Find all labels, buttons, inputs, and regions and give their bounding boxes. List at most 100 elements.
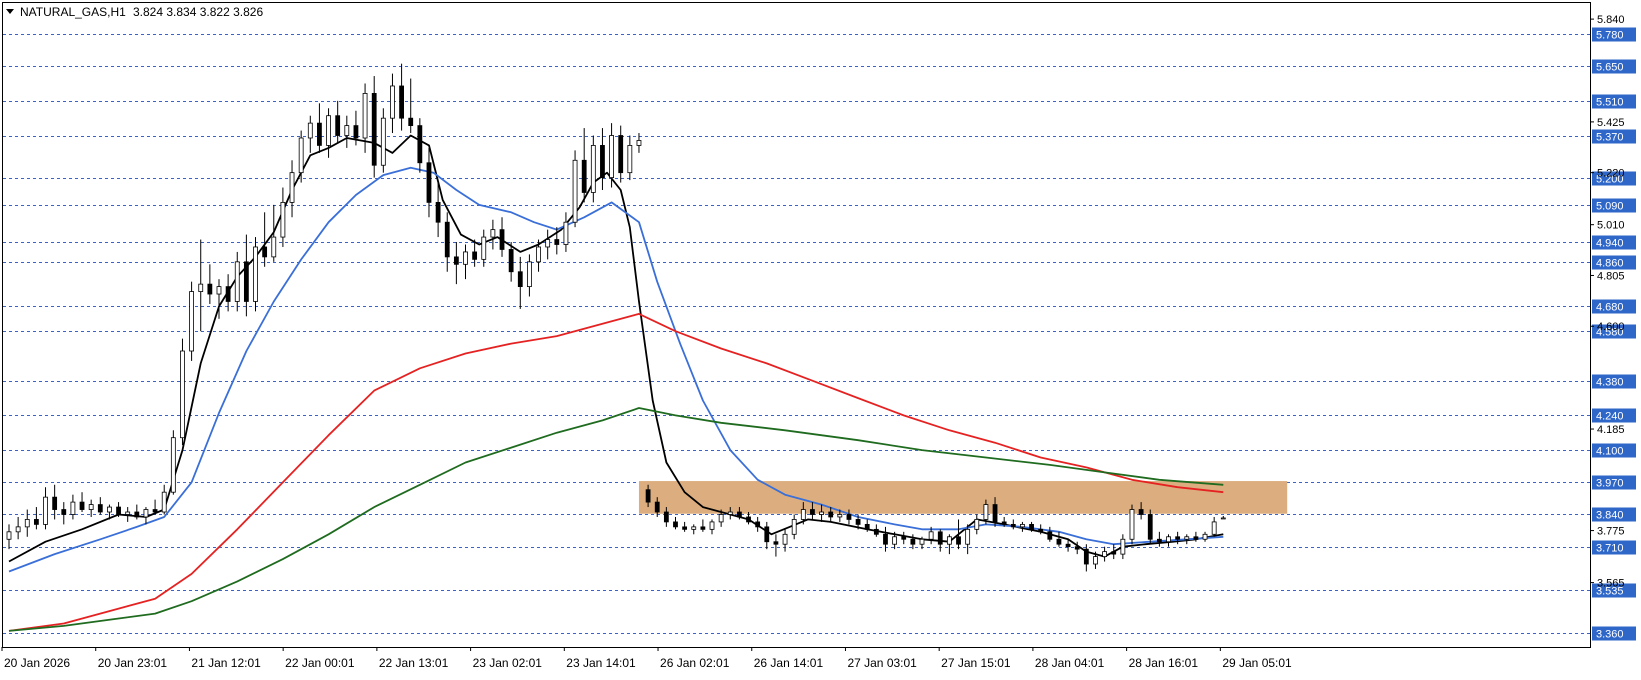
price-scale-label: 4.805: [1597, 270, 1625, 282]
candle-body: [499, 229, 505, 250]
candle-body: [1074, 546, 1080, 550]
candle-body: [1211, 521, 1217, 535]
candle-body: [618, 135, 624, 174]
candle-body: [15, 526, 21, 533]
candle-body: [317, 122, 322, 146]
price-scale-label: 3.775: [1597, 526, 1625, 538]
candle-body: [937, 531, 943, 545]
level-price-label: 3.840: [1596, 510, 1624, 522]
candle-body: [417, 125, 423, 164]
candle-body: [24, 519, 30, 528]
candle-body: [1010, 523, 1016, 528]
candle-body: [1220, 517, 1226, 520]
symbol-header: NATURAL_GAS,H1 3.824 3.834 3.822 3.826: [6, 5, 263, 19]
candle-body: [627, 145, 633, 174]
candle-body: [107, 506, 112, 513]
candle-body: [837, 514, 843, 518]
level-price-label: 5.650: [1596, 62, 1624, 74]
time-scale-label: 26 Jan 14:01: [754, 656, 824, 670]
candle-body: [61, 509, 67, 515]
time-scale-label: 27 Jan 03:01: [847, 656, 917, 670]
candle-body: [371, 93, 377, 166]
candle-body: [335, 115, 341, 136]
candle-body: [344, 125, 350, 136]
candle-body: [380, 117, 386, 166]
price-scale-label: 5.425: [1597, 117, 1625, 129]
candle-body: [490, 229, 496, 238]
candle-body: [1056, 538, 1062, 545]
candle-body: [956, 536, 961, 545]
candle-body: [216, 286, 222, 295]
candle-body: [873, 528, 879, 535]
candle-body: [88, 504, 94, 510]
candle-body: [682, 526, 688, 530]
candle-body: [992, 504, 998, 523]
candle-body: [663, 511, 669, 523]
candle-body: [965, 528, 971, 545]
ohlc-label: 3.824 3.834 3.822 3.826: [133, 5, 263, 19]
candle-body: [298, 137, 304, 174]
candle-body: [1202, 533, 1208, 540]
candle-body: [910, 538, 916, 545]
candle-body: [289, 172, 295, 203]
candle-body: [1093, 556, 1098, 565]
candle-body: [435, 201, 441, 223]
candle-body: [974, 519, 980, 530]
candle-body: [408, 117, 414, 127]
candle-body: [810, 509, 815, 515]
candle-body: [846, 514, 852, 520]
candle-body: [1102, 551, 1107, 557]
price-scale-label: 5.010: [1597, 220, 1625, 232]
candle-body: [727, 511, 733, 515]
candle-body: [152, 509, 158, 513]
candle-body: [609, 135, 614, 179]
candle-body: [1065, 543, 1071, 548]
level-price-label: 5.370: [1596, 132, 1624, 144]
time-scale-label: 27 Jan 15:01: [941, 656, 1011, 670]
candle-body: [262, 246, 268, 258]
candle-body: [1129, 509, 1135, 540]
candle-body: [864, 523, 870, 530]
candle-body: [1083, 548, 1089, 565]
candle-body: [33, 519, 39, 525]
candle-body: [883, 533, 888, 545]
candle-body: [280, 201, 286, 238]
candle-body: [1184, 536, 1190, 540]
candle-body: [892, 536, 898, 545]
candle-body: [746, 516, 751, 523]
level-price-label: 4.940: [1596, 238, 1624, 250]
candle-body: [709, 521, 715, 530]
candle-body: [1111, 551, 1117, 555]
candle-body: [426, 162, 432, 203]
candle-body: [572, 159, 578, 223]
chart-window[interactable]: 5.780 5.650 5.510 5.370 5.200 5.090 4.940 4.860…: [0, 0, 1641, 675]
candle-body: [673, 521, 678, 528]
candle-body: [180, 350, 185, 439]
level-price-label: 3.360: [1596, 629, 1624, 641]
candle-body: [234, 261, 240, 302]
candle-body: [453, 256, 459, 265]
candle-body: [691, 526, 697, 530]
candle-body: [764, 526, 770, 543]
candle-body: [70, 501, 76, 515]
candle-body: [170, 437, 176, 493]
candle-body: [563, 221, 569, 245]
candle-body: [161, 491, 167, 513]
candle-body: [1029, 523, 1034, 530]
time-scale-label: 28 Jan 16:01: [1129, 656, 1199, 670]
candle-body: [444, 221, 450, 258]
candle-body: [800, 509, 806, 520]
price-chart[interactable]: 5.7805.6505.5105.3705.2005.0904.9404.860…: [0, 0, 1641, 675]
symbol-label: NATURAL_GAS,H1: [20, 5, 126, 19]
candle-body: [773, 541, 779, 545]
candle-body: [207, 283, 213, 295]
price-scale-label: 4.600: [1597, 321, 1625, 333]
candle-body: [1138, 509, 1144, 515]
candle-body: [225, 286, 231, 302]
candle-body: [307, 122, 313, 139]
price-scale[interactable]: 5.7805.6505.5105.3705.2005.0904.9404.860…: [1590, 14, 1636, 641]
level-price-label: 4.380: [1596, 377, 1624, 389]
candle-body: [855, 519, 861, 525]
candle-body: [326, 115, 331, 146]
candle-body: [353, 125, 359, 139]
